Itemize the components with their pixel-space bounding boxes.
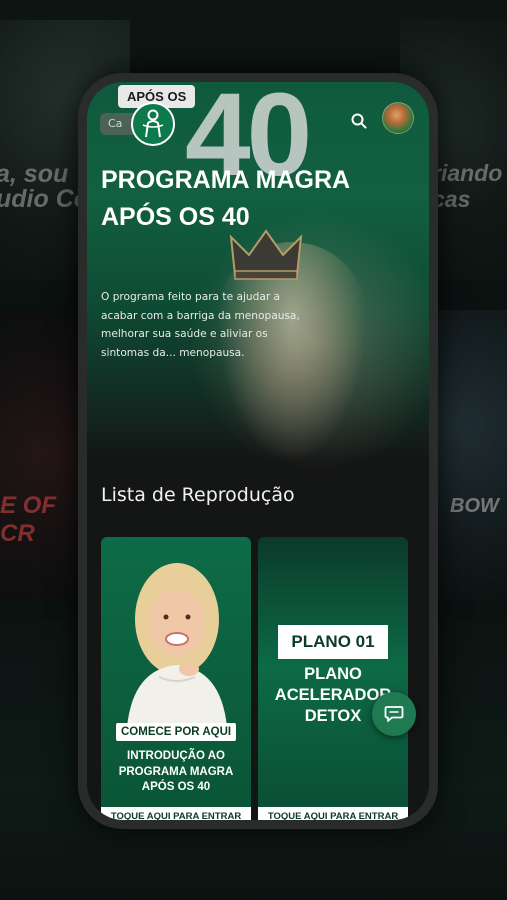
background-text: riando cas — [432, 160, 503, 212]
card-cta[interactable]: TOQUE AQUI PARA ENTRAR — [101, 807, 251, 820]
card-badge: PLANO 01 — [278, 625, 388, 659]
background-text: E OF CR — [0, 492, 57, 547]
playlist-card-intro[interactable]: COMECE POR AQUI INTRODUÇÃO AO PROGRAMA M… — [101, 537, 251, 820]
chat-bubble-icon — [384, 706, 404, 722]
app-screen: 40 APÓS OS Ca PROGRAMA MAGRA APÓS OS 40 … — [87, 82, 429, 820]
user-avatar[interactable] — [382, 102, 414, 134]
card-cta[interactable]: TOQUE AQUI PARA ENTRAR — [258, 807, 408, 820]
playlist-section-title: Lista de Reprodução — [101, 484, 295, 506]
playlist-card-plan-01[interactable]: PLANO 01 PLANO ACELERADOR DETOX TOQUE AQ… — [258, 537, 408, 820]
phone-frame: 40 APÓS OS Ca PROGRAMA MAGRA APÓS OS 40 … — [78, 73, 438, 829]
hero-title: PROGRAMA MAGRA APÓS OS 40 — [101, 166, 350, 231]
card-badge: COMECE POR AQUI — [116, 723, 237, 741]
presenter-photo — [127, 563, 227, 727]
background-text: BOW — [450, 495, 499, 517]
app-logo[interactable] — [131, 102, 175, 146]
card-caption: INTRODUÇÃO AO PROGRAMA MAGRA APÓS OS 40 — [118, 750, 234, 793]
search-icon — [351, 113, 367, 129]
search-button[interactable] — [347, 109, 371, 133]
woman-silhouette-icon — [142, 109, 164, 138]
chat-button[interactable] — [372, 692, 416, 736]
hero-description: O programa feito para te ajudar a acabar… — [101, 291, 300, 359]
